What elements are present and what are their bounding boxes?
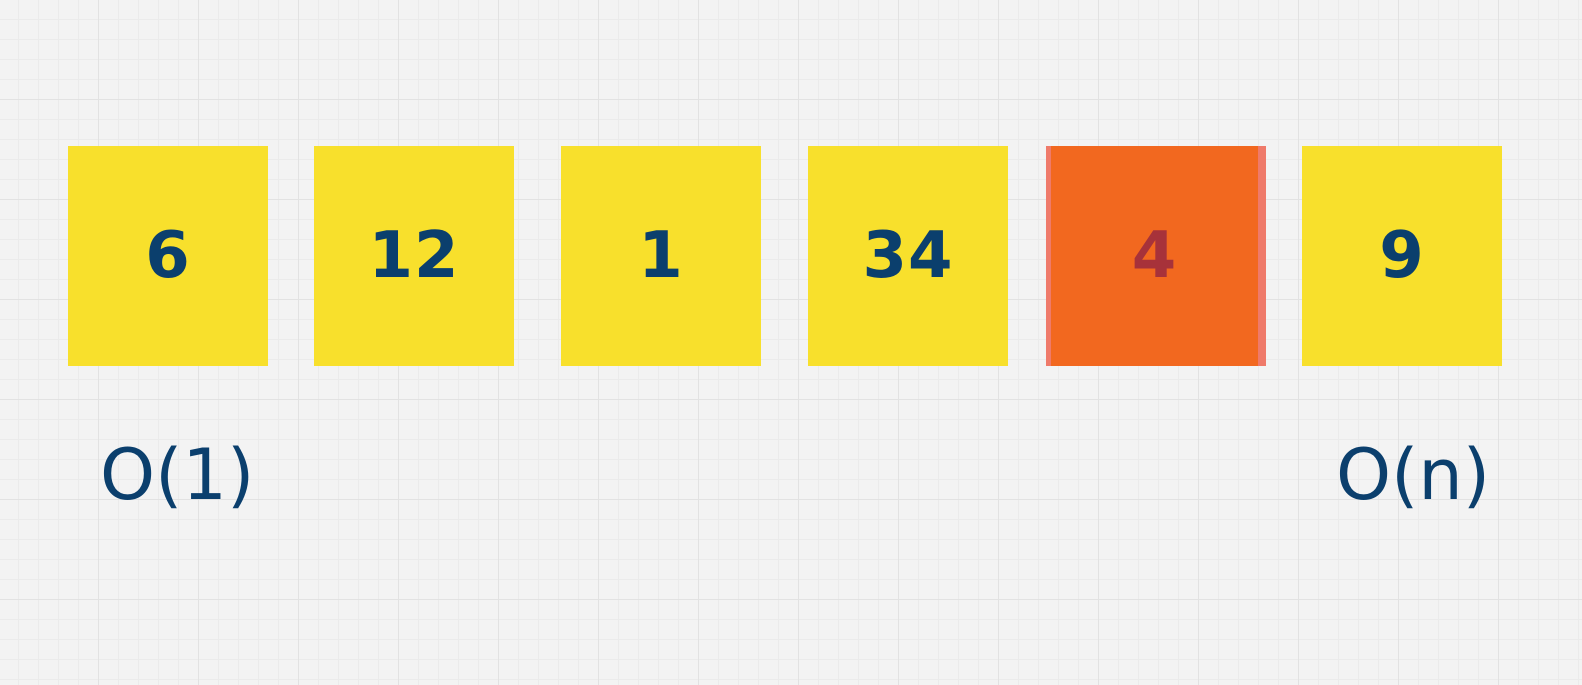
array-cell-highlighted: 4 — [1046, 146, 1266, 366]
array-cell-value: 34 — [862, 219, 954, 293]
complexity-label-constant: O(1) — [100, 434, 255, 516]
array-cell-3: 34 — [808, 146, 1008, 366]
array-cell-value: 4 — [1131, 219, 1178, 293]
array-cell-2: 1 — [561, 146, 761, 366]
array-cell-5: 9 — [1302, 146, 1502, 366]
array-cell-value: 9 — [1379, 219, 1425, 293]
array-cell-1: 12 — [314, 146, 514, 366]
array-cell-value: 1 — [638, 219, 684, 293]
complexity-label-linear: O(n) — [1336, 434, 1491, 516]
array-cell-value: 12 — [368, 219, 460, 293]
array-cell-0: 6 — [68, 146, 268, 366]
array-cell-value: 6 — [145, 219, 191, 293]
